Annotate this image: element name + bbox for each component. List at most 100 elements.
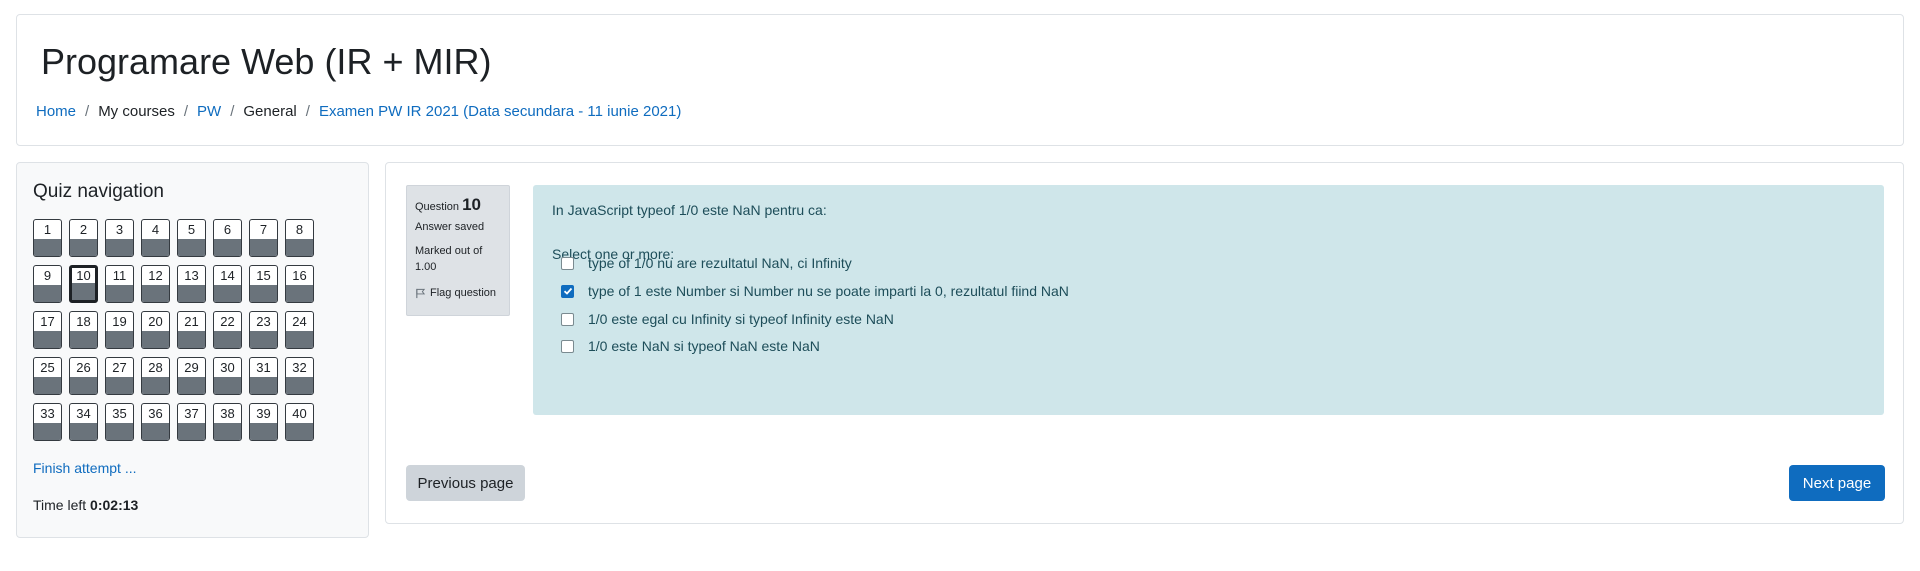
answered-indicator bbox=[178, 239, 205, 256]
finish-attempt-link[interactable]: Finish attempt ... bbox=[33, 460, 136, 476]
question-nav-button-26[interactable]: 26 bbox=[69, 357, 98, 395]
question-nav-number: 36 bbox=[148, 406, 163, 421]
question-nav-number: 38 bbox=[220, 406, 235, 421]
question-nav-number: 25 bbox=[40, 360, 55, 375]
breadcrumb-item[interactable]: Home bbox=[36, 103, 76, 120]
answered-indicator bbox=[106, 331, 133, 348]
breadcrumb-item[interactable]: Examen PW IR 2021 (Data secundara - 11 i… bbox=[319, 103, 681, 120]
question-nav-button-28[interactable]: 28 bbox=[141, 357, 170, 395]
question-nav-button-29[interactable]: 29 bbox=[177, 357, 206, 395]
breadcrumb-separator: / bbox=[305, 103, 310, 120]
question-nav-button-5[interactable]: 5 bbox=[177, 219, 206, 257]
question-nav-button-17[interactable]: 17 bbox=[33, 311, 62, 349]
answered-indicator bbox=[34, 239, 61, 256]
question-nav-button-10[interactable]: 10 bbox=[69, 265, 98, 303]
breadcrumb-item[interactable]: PW bbox=[197, 103, 221, 120]
answer-option-1[interactable]: type of 1/0 nu are rezultatul NaN, ci In… bbox=[561, 255, 852, 271]
question-nav-button-25[interactable]: 25 bbox=[33, 357, 62, 395]
breadcrumb-separator: / bbox=[230, 103, 235, 120]
question-nav-button-7[interactable]: 7 bbox=[249, 219, 278, 257]
answered-indicator bbox=[34, 377, 61, 394]
question-text: In JavaScript typeof 1/0 este NaN pentru… bbox=[552, 202, 827, 218]
question-nav-button-21[interactable]: 21 bbox=[177, 311, 206, 349]
answered-indicator bbox=[286, 239, 313, 256]
next-page-button[interactable]: Next page bbox=[1789, 465, 1885, 501]
question-nav-button-6[interactable]: 6 bbox=[213, 219, 242, 257]
answer-option-4[interactable]: 1/0 este NaN si typeof NaN este NaN bbox=[561, 338, 820, 354]
answered-indicator bbox=[178, 285, 205, 302]
answered-indicator bbox=[250, 377, 277, 394]
question-nav-button-23[interactable]: 23 bbox=[249, 311, 278, 349]
question-nav-number: 17 bbox=[40, 314, 55, 329]
question-nav-button-40[interactable]: 40 bbox=[285, 403, 314, 441]
question-nav-number: 15 bbox=[256, 268, 271, 283]
answered-indicator bbox=[286, 285, 313, 302]
question-nav-button-13[interactable]: 13 bbox=[177, 265, 206, 303]
question-nav-button-34[interactable]: 34 bbox=[69, 403, 98, 441]
question-nav-button-15[interactable]: 15 bbox=[249, 265, 278, 303]
question-nav-button-35[interactable]: 35 bbox=[105, 403, 134, 441]
time-left: Time left 0:02:13 bbox=[33, 497, 138, 513]
question-nav-button-31[interactable]: 31 bbox=[249, 357, 278, 395]
flag-question-label: Flag question bbox=[430, 287, 497, 299]
question-nav-button-38[interactable]: 38 bbox=[213, 403, 242, 441]
question-nav-number: 7 bbox=[259, 222, 268, 237]
question-nav-number: 24 bbox=[292, 314, 307, 329]
question-nav-number: 6 bbox=[223, 222, 232, 237]
answered-indicator bbox=[70, 377, 97, 394]
question-nav-button-30[interactable]: 30 bbox=[213, 357, 242, 395]
question-nav-button-36[interactable]: 36 bbox=[141, 403, 170, 441]
answered-indicator bbox=[70, 331, 97, 348]
question-button-grid: 1 2 3 4 5 6 7 8 9 10 11 12 13 14 15 16 17 18 19 20 21 22 23 24 2… bbox=[33, 219, 333, 441]
question-nav-button-8[interactable]: 8 bbox=[285, 219, 314, 257]
question-nav-number: 39 bbox=[256, 406, 271, 421]
question-nav-button-27[interactable]: 27 bbox=[105, 357, 134, 395]
question-nav-button-18[interactable]: 18 bbox=[69, 311, 98, 349]
answered-indicator bbox=[142, 377, 169, 394]
answer-checkbox[interactable] bbox=[561, 339, 574, 353]
question-nav-number: 20 bbox=[148, 314, 163, 329]
answer-option-3[interactable]: 1/0 este egal cu Infinity si typeof Infi… bbox=[561, 311, 894, 327]
question-nav-button-24[interactable]: 24 bbox=[285, 311, 314, 349]
question-nav-button-4[interactable]: 4 bbox=[141, 219, 170, 257]
previous-page-button[interactable]: Previous page bbox=[406, 465, 525, 501]
answered-indicator bbox=[142, 331, 169, 348]
question-nav-button-1[interactable]: 1 bbox=[33, 219, 62, 257]
answered-indicator bbox=[250, 285, 277, 302]
question-nav-button-3[interactable]: 3 bbox=[105, 219, 134, 257]
answer-checkbox[interactable] bbox=[561, 256, 574, 270]
question-nav-button-20[interactable]: 20 bbox=[141, 311, 170, 349]
answered-indicator bbox=[214, 285, 241, 302]
question-nav-button-32[interactable]: 32 bbox=[285, 357, 314, 395]
answer-checkbox[interactable] bbox=[561, 312, 574, 326]
question-nav-button-2[interactable]: 2 bbox=[69, 219, 98, 257]
question-nav-button-16[interactable]: 16 bbox=[285, 265, 314, 303]
answered-indicator bbox=[178, 377, 205, 394]
breadcrumb: Home / My courses / PW / General / Examen PW IR … bbox=[36, 103, 681, 120]
answered-indicator bbox=[70, 423, 97, 440]
answered-indicator bbox=[214, 423, 241, 440]
answered-indicator bbox=[142, 423, 169, 440]
breadcrumb-item: General bbox=[243, 103, 297, 120]
answered-indicator bbox=[178, 423, 205, 440]
answer-label: type of 1 este Number si Number nu se po… bbox=[588, 283, 1069, 299]
question-nav-button-33[interactable]: 33 bbox=[33, 403, 62, 441]
question-nav-button-9[interactable]: 9 bbox=[33, 265, 62, 303]
question-number-label: Question bbox=[415, 201, 460, 213]
question-nav-button-22[interactable]: 22 bbox=[213, 311, 242, 349]
question-nav-button-39[interactable]: 39 bbox=[249, 403, 278, 441]
question-info: Question 10 Answer saved Marked out of 1… bbox=[406, 185, 510, 316]
answered-indicator bbox=[106, 239, 133, 256]
question-nav-button-12[interactable]: 12 bbox=[141, 265, 170, 303]
question-nav-button-14[interactable]: 14 bbox=[213, 265, 242, 303]
question-nav-button-37[interactable]: 37 bbox=[177, 403, 206, 441]
answer-checkbox[interactable] bbox=[561, 284, 574, 298]
flag-question-button[interactable]: Flag question bbox=[415, 287, 501, 299]
question-nav-button-11[interactable]: 11 bbox=[105, 265, 134, 303]
question-nav-number: 29 bbox=[184, 360, 199, 375]
question-nav-number: 34 bbox=[76, 406, 91, 421]
answered-indicator bbox=[178, 331, 205, 348]
answer-option-2[interactable]: type of 1 este Number si Number nu se po… bbox=[561, 283, 1069, 299]
answered-indicator bbox=[70, 239, 97, 256]
question-nav-button-19[interactable]: 19 bbox=[105, 311, 134, 349]
